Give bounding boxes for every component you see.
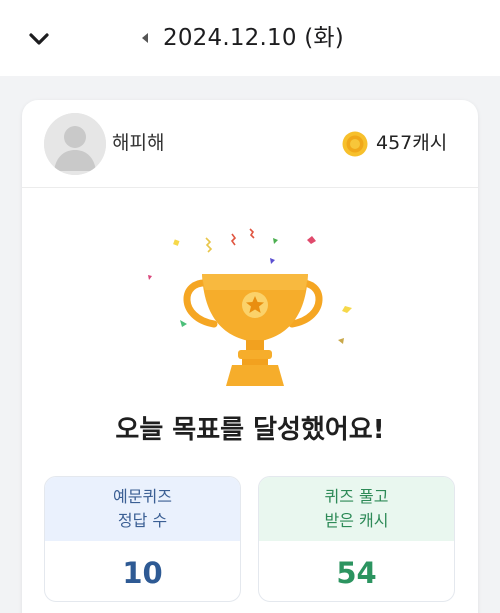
quiz-correct-tile: 예문퀴즈 정답 수 10 <box>44 476 241 602</box>
user-avatar-icon <box>44 113 106 175</box>
quiz-correct-label: 예문퀴즈 정답 수 <box>45 477 240 541</box>
earned-cash-label: 퀴즈 풀고 받은 캐시 <box>259 477 454 541</box>
earned-cash-tile: 퀴즈 풀고 받은 캐시 54 <box>258 476 455 602</box>
trophy-icon <box>148 228 352 386</box>
quiz-correct-label-line1: 예문퀴즈 <box>113 487 172 506</box>
result-card: 해피해 457캐시 오늘 목표를 달성했어요! 예문퀴즈 정답 수 10 퀴즈 … <box>22 100 478 613</box>
earned-cash-value: 54 <box>336 556 377 590</box>
quiz-correct-label-line2: 정답 수 <box>117 511 168 530</box>
caret-left-icon[interactable] <box>138 30 152 46</box>
goal-message: 오늘 목표를 달성했어요! <box>115 415 385 445</box>
top-bar: 2024.12.10 (화) <box>0 0 500 76</box>
chevron-down-icon[interactable] <box>24 24 54 54</box>
coin-icon <box>342 131 368 157</box>
date-title[interactable]: 2024.12.10 (화) <box>163 20 344 56</box>
username: 해피해 <box>112 132 165 154</box>
earned-cash-label-line2: 받은 캐시 <box>324 511 389 530</box>
earned-cash-label-line1: 퀴즈 풀고 <box>324 487 389 506</box>
quiz-correct-count: 10 <box>122 556 163 590</box>
profile-header: 해피해 457캐시 <box>22 100 478 188</box>
cash-balance: 457캐시 <box>376 132 448 154</box>
